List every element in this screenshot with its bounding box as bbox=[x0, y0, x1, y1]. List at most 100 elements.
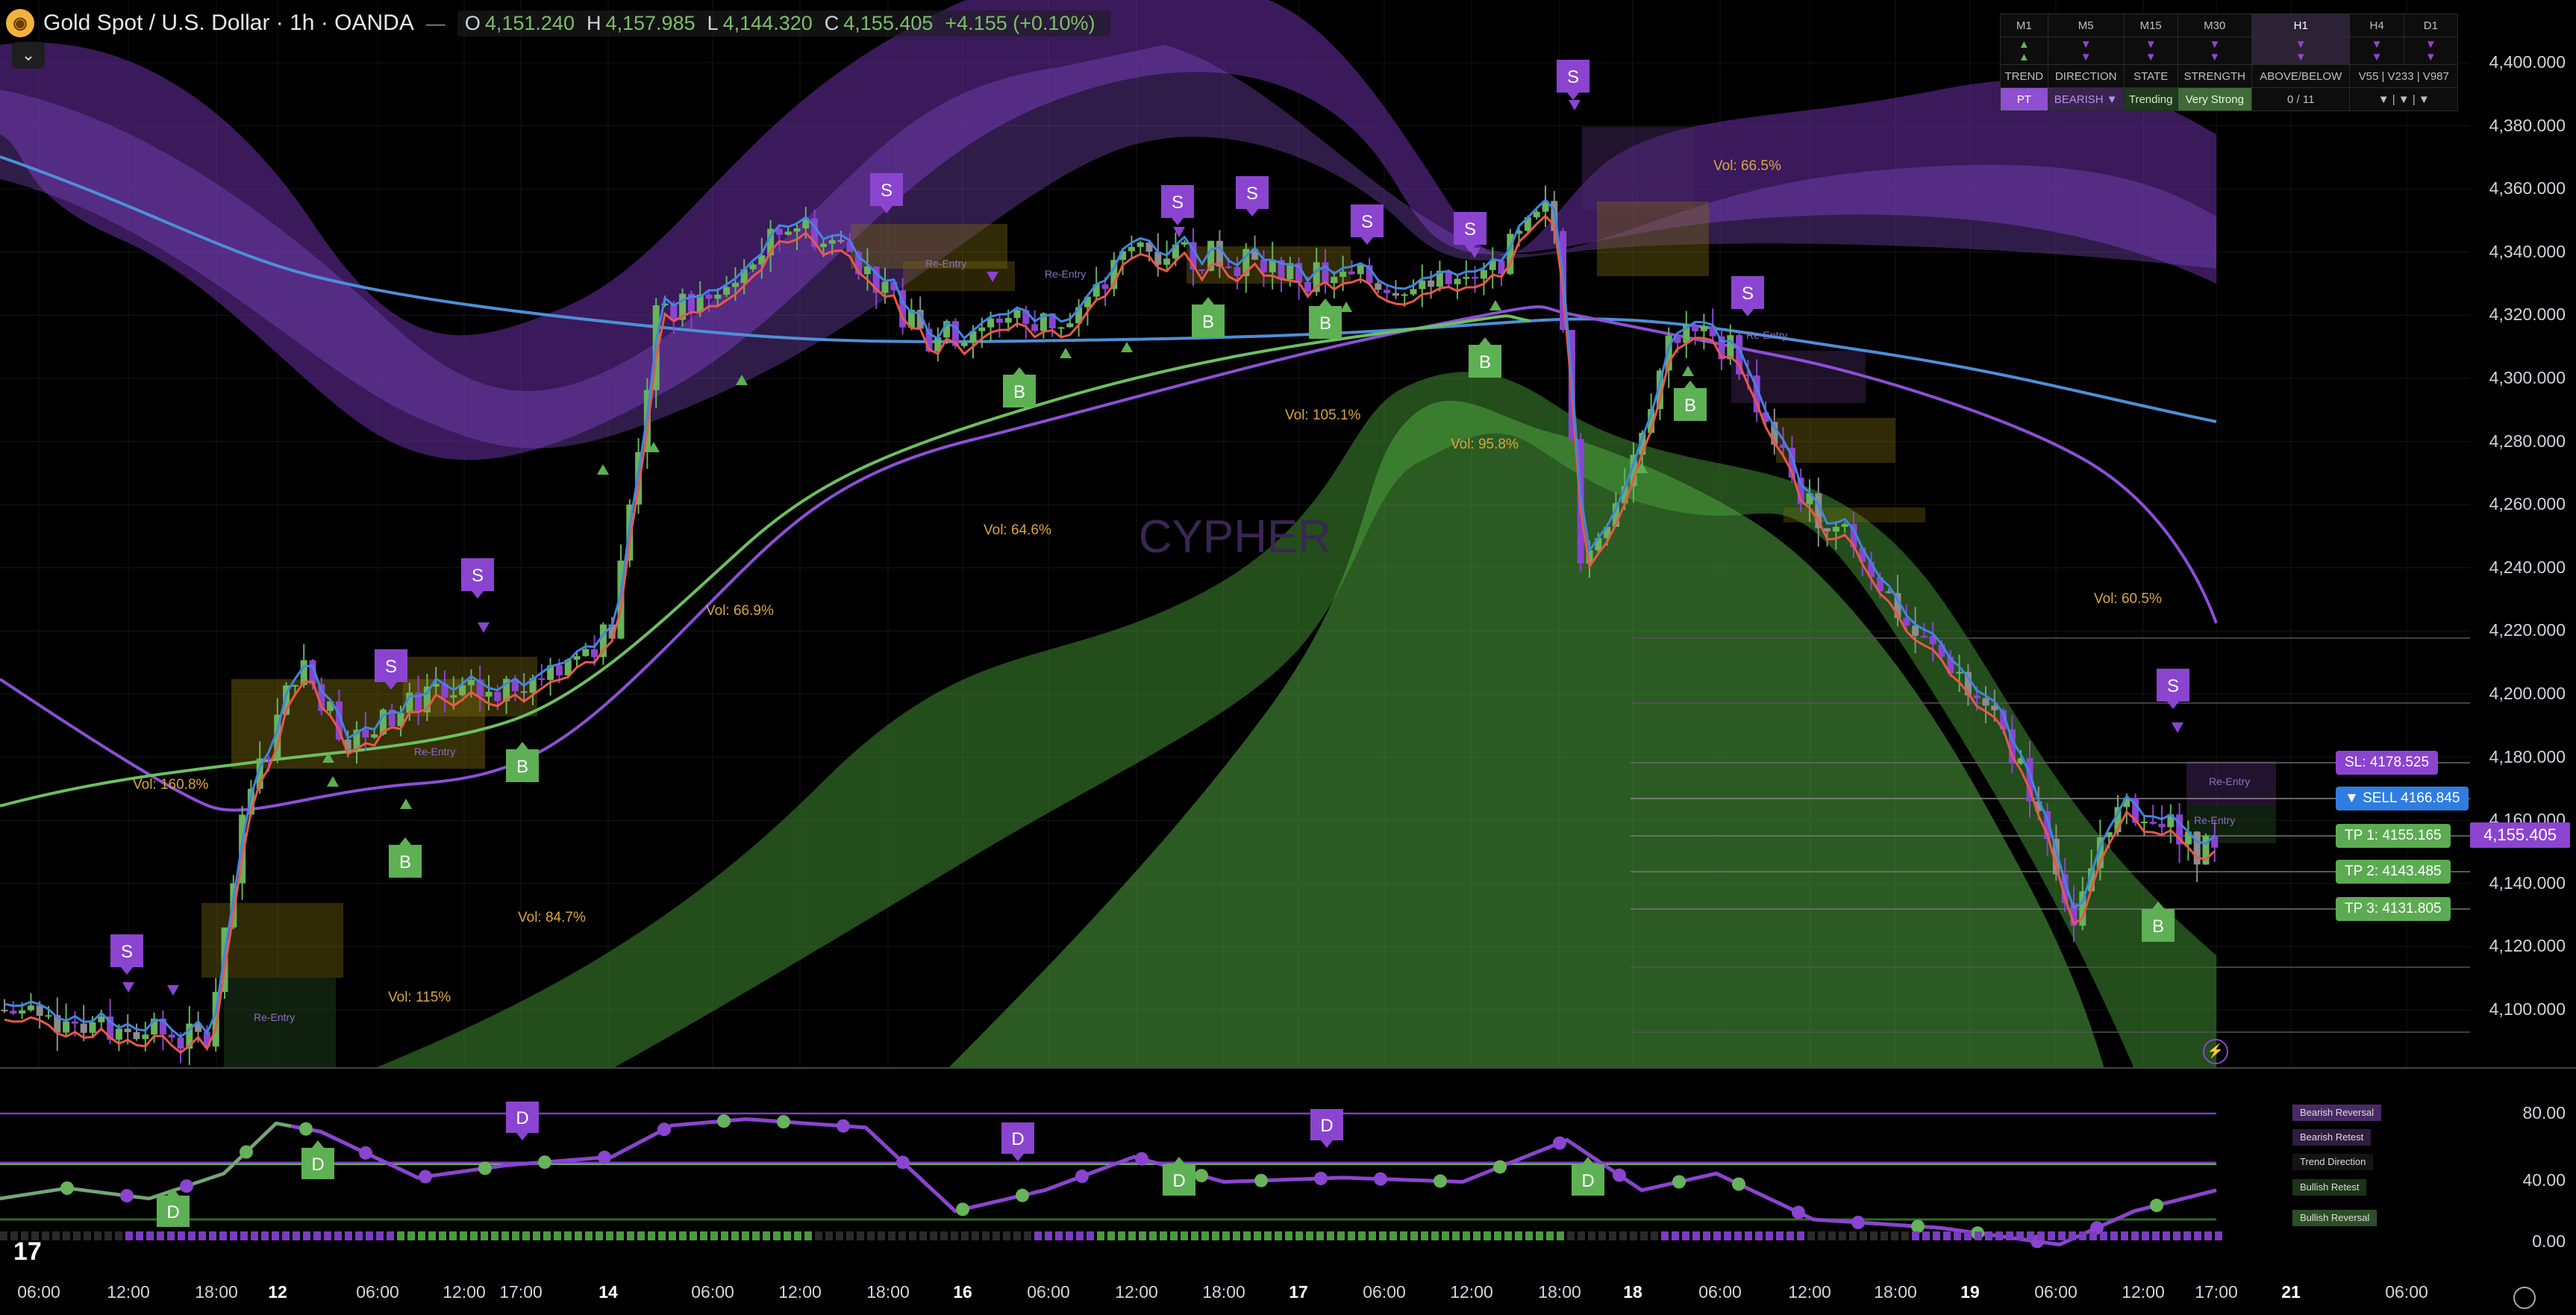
buy-signal-marker: B bbox=[1003, 367, 1036, 407]
val-direction: BEARISH ▼ bbox=[2047, 87, 2125, 111]
up-triangle-icon bbox=[1060, 348, 1072, 358]
trend-strip-cell bbox=[397, 1231, 404, 1240]
mtf-timeframe-row: M1 M5 M15 M30 H1 H4 D1 bbox=[2000, 13, 2459, 37]
candle-body bbox=[731, 283, 739, 287]
oscillator-dot bbox=[896, 1155, 910, 1169]
trend-strip-cell bbox=[1222, 1231, 1230, 1240]
oscillator-dot bbox=[1672, 1175, 1686, 1189]
trend-strip-cell bbox=[616, 1231, 624, 1240]
price-axis-tick: 4,360.000 bbox=[2489, 178, 2566, 199]
candle-body bbox=[2140, 822, 2148, 824]
down-triangle-icon bbox=[1569, 100, 1581, 110]
trend-strip-cell bbox=[1734, 1231, 1742, 1240]
oscillator-dot bbox=[1911, 1219, 1925, 1234]
oscillator-dot bbox=[717, 1114, 731, 1128]
trend-strip-cell bbox=[1233, 1231, 1240, 1240]
trend-strip-cell bbox=[930, 1231, 937, 1240]
trend-strip-cell bbox=[1118, 1231, 1125, 1240]
stop-loss-label: SL: 4178.525 bbox=[2336, 751, 2439, 775]
oscillator-dot bbox=[1553, 1136, 1566, 1150]
signal-marker-letter: B bbox=[2152, 916, 2164, 937]
sell-signal-marker: S bbox=[1731, 276, 1764, 316]
tf-h1: H1 bbox=[2251, 13, 2351, 37]
gear-icon[interactable] bbox=[2513, 1287, 2536, 1309]
mtf-value-row: PT BEARISH ▼ Trending Very Strong 0 / 11… bbox=[2000, 87, 2458, 111]
trend-strip-cell bbox=[752, 1231, 760, 1240]
signal-marker-letter: S bbox=[881, 181, 892, 201]
volume-label: Vol: 84.7% bbox=[518, 910, 586, 925]
trend-strip-cell bbox=[1452, 1231, 1460, 1240]
tradingview-logo[interactable]: 17 bbox=[13, 1237, 42, 1266]
buy-signal-marker: B bbox=[389, 837, 422, 878]
buy-signal-marker: B bbox=[1674, 381, 1707, 421]
candle-body bbox=[467, 679, 475, 686]
candle-body bbox=[1013, 310, 1021, 318]
signal-marker-letter: B bbox=[399, 852, 411, 872]
signal-marker-letter: B bbox=[1319, 313, 1331, 334]
trend-strip-cell bbox=[2006, 1231, 2013, 1240]
take-profit-3-label: TP 3: 4131.805 bbox=[2336, 897, 2451, 921]
signal-marker-letter: B bbox=[1684, 396, 1696, 416]
sell-entry-label: ▼ SELL 4166.845 bbox=[2336, 787, 2469, 810]
trend-strip-cell bbox=[1525, 1231, 1533, 1240]
candle-body bbox=[1260, 260, 1267, 272]
candle-body bbox=[89, 1022, 96, 1033]
collapse-legend-button[interactable]: ⌄ bbox=[12, 42, 45, 69]
candle-body bbox=[1454, 278, 1461, 284]
candle-body bbox=[784, 231, 792, 235]
trend-strip-cell bbox=[1316, 1231, 1324, 1240]
sell-signal-marker: S bbox=[461, 558, 494, 599]
candle-body bbox=[1956, 672, 1963, 674]
candle-body bbox=[1163, 258, 1171, 265]
volume-label: Vol: 66.9% bbox=[706, 603, 774, 619]
trend-strip-cell bbox=[63, 1231, 70, 1240]
candle-body bbox=[1472, 277, 1479, 279]
time-axis-tick: 12 bbox=[268, 1282, 287, 1302]
symbol-title[interactable]: Gold Spot / U.S. Dollar · 1h · OANDA bbox=[43, 10, 414, 36]
trend-strip-cell bbox=[1442, 1231, 1449, 1240]
candle-body bbox=[1181, 242, 1188, 245]
trend-strip-cell bbox=[1473, 1231, 1481, 1240]
volume-label: Vol: 105.1% bbox=[1285, 407, 1361, 423]
oscillator-pane[interactable]: D D D D D D D bbox=[0, 1070, 2576, 1273]
trend-strip-cell bbox=[961, 1231, 969, 1240]
trend-strip-cell bbox=[282, 1231, 290, 1240]
trend-strip-cell bbox=[1066, 1231, 1073, 1240]
candle-body bbox=[1410, 289, 1417, 295]
candle-body bbox=[995, 318, 1003, 323]
down-triangle-icon bbox=[122, 982, 134, 993]
trend-strip-cell bbox=[501, 1231, 509, 1240]
candle-body bbox=[1304, 282, 1311, 293]
trend-strip-cell bbox=[387, 1231, 394, 1240]
oscillator-dot bbox=[837, 1119, 850, 1133]
main-price-chart[interactable]: CYPHER Vol: 160.8% Vol: 115% Vol: 84.7% Vol:… bbox=[0, 0, 2576, 1069]
trend-strip-cell bbox=[1578, 1231, 1585, 1240]
trend-strip-cell bbox=[1348, 1231, 1355, 1240]
candle-body bbox=[124, 1028, 131, 1033]
lightning-icon[interactable]: ⚡ bbox=[2203, 1039, 2228, 1064]
trend-strip-cell bbox=[1139, 1231, 1146, 1240]
trend-strip-cell bbox=[1107, 1231, 1115, 1240]
trend-strip-cell bbox=[658, 1231, 666, 1240]
candle-body bbox=[36, 1005, 43, 1016]
trend-strip-cell bbox=[1201, 1231, 1209, 1240]
oscillator-dot bbox=[1135, 1152, 1148, 1166]
trend-strip-cell bbox=[846, 1231, 854, 1240]
candle-body bbox=[1066, 323, 1074, 328]
trend-strip-cell bbox=[1703, 1231, 1710, 1240]
oscillator-dot bbox=[598, 1150, 611, 1164]
candle-body bbox=[1692, 325, 1699, 331]
time-axis-tick: 18 bbox=[1623, 1282, 1642, 1302]
trend-strip-cell bbox=[491, 1231, 498, 1240]
trend-strip-cell bbox=[836, 1231, 843, 1240]
price-axis-tick: 4,380.000 bbox=[2489, 115, 2566, 135]
oscillator-dot bbox=[777, 1115, 790, 1129]
time-axis-tick: 06:00 bbox=[1698, 1282, 1742, 1302]
time-axis[interactable]: 06:00 12:00 18:00 12 06:00 12:00 17:00 14 06:00 1… bbox=[0, 1273, 2576, 1315]
trend-strip-cell bbox=[2194, 1231, 2201, 1240]
val-above-below: 0 / 11 bbox=[2251, 87, 2351, 111]
price-axis-tick: 4,100.000 bbox=[2489, 999, 2566, 1019]
trend-strip-cell bbox=[1264, 1231, 1272, 1240]
candle-body bbox=[1339, 271, 1347, 278]
volume-label: Vol: 115% bbox=[388, 990, 451, 1005]
